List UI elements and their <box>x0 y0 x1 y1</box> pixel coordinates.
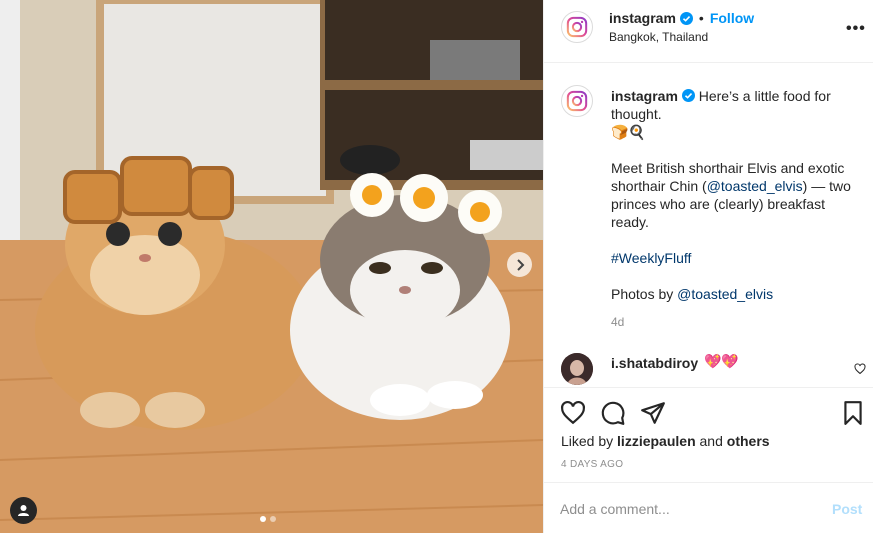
hashtag-link[interactable]: #WeeklyFluff <box>611 250 691 266</box>
comment-like-heart-icon[interactable] <box>854 363 866 375</box>
caption-author-avatar[interactable] <box>561 85 593 117</box>
carousel-indicator <box>260 516 276 522</box>
verified-badge-icon <box>679 11 693 25</box>
add-comment-bar: Post <box>544 482 873 533</box>
caption-section: instagram Here’s a little food for thoug… <box>544 63 873 388</box>
likes-prefix: Liked by <box>561 433 618 449</box>
commenter-avatar[interactable] <box>561 353 593 385</box>
post-side-panel: instagram • Follow Bangkok, Thailand ••• <box>543 0 873 533</box>
post-location[interactable]: Bangkok, Thailand <box>609 30 708 44</box>
likes-and: and <box>695 433 727 449</box>
likes-others-link[interactable]: others <box>727 433 770 449</box>
instagram-logo-icon <box>566 90 588 112</box>
next-slide-button[interactable] <box>507 252 532 277</box>
paper-plane-icon[interactable] <box>640 400 666 426</box>
comment-input[interactable] <box>560 498 800 520</box>
caption-paragraph: Meet British shorthair Elvis and exotic … <box>611 159 863 231</box>
caption-username[interactable]: instagram <box>611 88 678 104</box>
post-date[interactable]: 4 DAYS AGO <box>561 459 623 470</box>
post-photo[interactable] <box>0 0 543 533</box>
instagram-logo-icon <box>566 16 588 38</box>
follow-button[interactable]: Follow <box>710 10 754 26</box>
post-header: instagram • Follow Bangkok, Thailand ••• <box>544 0 873 63</box>
comment-bubble-icon[interactable] <box>600 400 626 426</box>
bookmark-icon[interactable] <box>840 400 866 426</box>
heart-icon[interactable] <box>560 400 586 426</box>
photos-by-text: Photos by <box>611 286 678 302</box>
cats-photo-illustration <box>0 0 543 533</box>
post-comment-button[interactable]: Post <box>832 501 862 517</box>
commenter-username[interactable]: i.shatabdiroy <box>611 355 698 371</box>
author-username[interactable]: instagram <box>609 10 676 26</box>
verified-badge-icon <box>681 89 695 102</box>
caption-text: instagram Here’s a little food for thoug… <box>611 87 863 321</box>
caption-timestamp[interactable]: 4d <box>611 315 624 329</box>
caption-emoji: 🍞🍳 <box>611 124 646 140</box>
avatar-photo <box>561 353 593 385</box>
mention-link[interactable]: @toasted_elvis <box>707 178 803 194</box>
likes-summary: Liked by lizziepaulen and others <box>561 433 770 449</box>
more-options-button[interactable]: ••• <box>846 20 866 38</box>
author-avatar[interactable] <box>561 11 593 43</box>
photographer-mention-link[interactable]: @toasted_elvis <box>677 286 773 302</box>
liked-by-user[interactable]: lizziepaulen <box>617 433 696 449</box>
chevron-right-icon <box>516 258 524 271</box>
carousel-dot-active <box>260 516 266 522</box>
tagged-users-button[interactable] <box>10 497 37 524</box>
comment-text: 💖💖 <box>704 353 739 369</box>
author-line: instagram • Follow <box>609 10 754 26</box>
carousel-dot <box>270 516 276 522</box>
user-tag-icon <box>18 505 29 516</box>
separator-dot: • <box>698 10 704 26</box>
post-actions: Liked by lizziepaulen and others 4 DAYS … <box>544 388 873 482</box>
